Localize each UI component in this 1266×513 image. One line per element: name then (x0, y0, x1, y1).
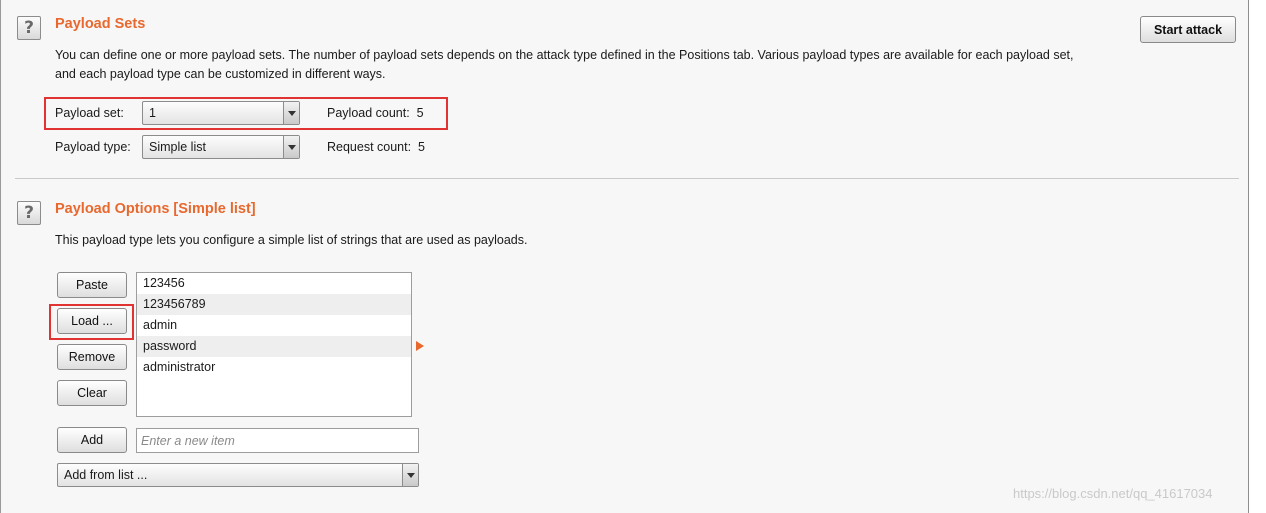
start-attack-button[interactable]: Start attack (1140, 16, 1236, 43)
request-count-label-text: Request count: (327, 140, 412, 154)
remove-button[interactable]: Remove (57, 344, 127, 370)
list-item[interactable]: admin (137, 315, 411, 336)
intruder-payloads-panel: ? Payload Sets Start attack You can defi… (0, 0, 1266, 513)
list-item[interactable]: password (137, 336, 411, 357)
add-button[interactable]: Add (57, 427, 127, 453)
help-icon[interactable]: ? (17, 16, 41, 40)
payload-sets-title: Payload Sets (55, 16, 146, 32)
add-from-list-value: Add from list ... (64, 468, 148, 482)
chevron-down-icon (283, 136, 299, 158)
paste-button[interactable]: Paste (57, 272, 127, 298)
highlight-box-payload-set (44, 97, 448, 130)
request-count-label: Request count: 5 (327, 140, 425, 154)
list-item[interactable]: administrator (137, 357, 411, 378)
payload-type-select[interactable]: Simple list (142, 135, 300, 159)
watermark-text: https://blog.csdn.net/qq_41617034 (1013, 486, 1213, 501)
help-icon[interactable]: ? (17, 201, 41, 225)
payload-options-title: Payload Options [Simple list] (55, 201, 256, 217)
payload-sets-desc-line-2: and each payload type can be customized … (55, 67, 386, 81)
list-item[interactable]: 123456789 (137, 294, 411, 315)
list-item[interactable]: 123456 (137, 273, 411, 294)
chevron-down-icon (402, 464, 418, 486)
clear-button[interactable]: Clear (57, 380, 127, 406)
new-item-input[interactable] (136, 428, 419, 453)
highlight-box-load (49, 304, 134, 340)
payload-list[interactable]: 123456 123456789 admin password administ… (136, 272, 412, 417)
payload-type-label: Payload type: (55, 140, 131, 154)
scrollbar-track[interactable] (1248, 0, 1266, 513)
expand-arrow-icon[interactable] (416, 341, 424, 351)
payload-sets-desc-line-1: You can define one or more payload sets.… (55, 48, 1074, 62)
payload-sets-description: You can define one or more payload sets.… (55, 46, 1074, 84)
section-divider (15, 178, 1239, 179)
payload-type-value: Simple list (149, 140, 206, 154)
request-count-value: 5 (418, 140, 425, 154)
add-from-list-select[interactable]: Add from list ... (57, 463, 419, 487)
payload-options-description: This payload type lets you configure a s… (55, 233, 528, 247)
